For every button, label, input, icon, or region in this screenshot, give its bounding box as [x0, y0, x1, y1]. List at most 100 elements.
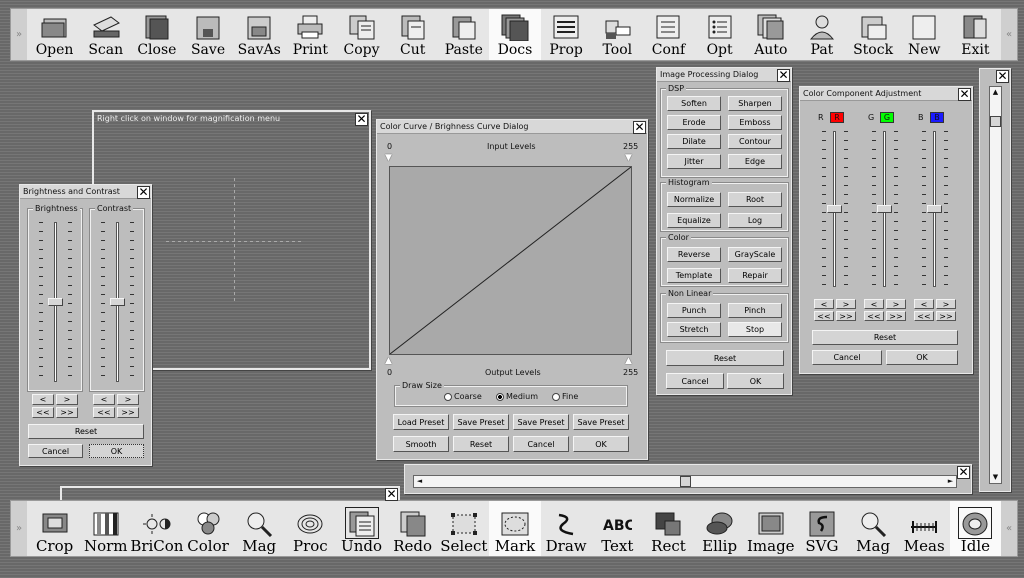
- toolbar-paste-button[interactable]: Paste: [438, 9, 489, 60]
- stretch-button[interactable]: Stretch: [667, 322, 721, 337]
- tool-crop-button[interactable]: Crop: [29, 501, 80, 556]
- toolbar-auto-button[interactable]: Auto: [745, 9, 796, 60]
- tool-norm-button[interactable]: Norm: [80, 501, 131, 556]
- contrast-inc-button[interactable]: >: [117, 394, 139, 405]
- size-medium-radio[interactable]: Medium: [496, 392, 538, 401]
- contrast-slider[interactable]: [110, 298, 125, 306]
- scroll-thumb[interactable]: [679, 476, 691, 487]
- tool-mark-button[interactable]: Mark: [489, 501, 541, 556]
- close-button[interactable]: ✕: [355, 113, 368, 126]
- channel-fast-inc-button[interactable]: >>: [886, 311, 906, 321]
- tool-color-button[interactable]: Color: [182, 501, 233, 556]
- toolbar-grip-right[interactable]: «: [1001, 9, 1017, 60]
- close-button[interactable]: ✕: [957, 466, 970, 479]
- output-min-marker-icon[interactable]: ▲: [385, 356, 392, 366]
- close-button[interactable]: ✕: [137, 186, 150, 199]
- brightness-fast-dec-button[interactable]: <<: [32, 407, 54, 418]
- brightness-dec-button[interactable]: <: [32, 394, 54, 405]
- contrast-fast-inc-button[interactable]: >>: [117, 407, 139, 418]
- reset-button[interactable]: Reset: [812, 330, 958, 345]
- tool-ellip-button[interactable]: Ellip: [694, 501, 745, 556]
- channel-dec-button[interactable]: <: [914, 299, 934, 309]
- cancel-button[interactable]: Cancel: [28, 444, 83, 458]
- close-button[interactable]: ✕: [996, 70, 1009, 83]
- scroll-up-icon[interactable]: ▲: [990, 87, 1001, 98]
- erode-button[interactable]: Erode: [667, 115, 721, 130]
- save-preset-button-3[interactable]: Save Preset: [573, 414, 629, 430]
- ok-button[interactable]: OK: [89, 444, 144, 458]
- channel-fast-dec-button[interactable]: <<: [914, 311, 934, 321]
- sharpen-button[interactable]: Sharpen: [728, 96, 782, 111]
- brightness-inc-button[interactable]: >: [56, 394, 78, 405]
- close-button[interactable]: ✕: [958, 88, 971, 101]
- channel-inc-button[interactable]: >: [886, 299, 906, 309]
- emboss-button[interactable]: Emboss: [728, 115, 782, 130]
- reset-button[interactable]: Reset: [666, 350, 784, 366]
- toolbar-docs-button[interactable]: Docs: [489, 9, 541, 60]
- normalize-button[interactable]: Normalize: [667, 192, 721, 207]
- toolbar-open-button[interactable]: Open: [29, 9, 80, 60]
- contour-button[interactable]: Contour: [728, 134, 782, 149]
- contrast-dec-button[interactable]: <: [93, 394, 115, 405]
- tool-mag-button[interactable]: Mag: [848, 501, 899, 556]
- equalize-button[interactable]: Equalize: [667, 213, 721, 228]
- reset-button[interactable]: Reset: [453, 436, 509, 452]
- reverse-button[interactable]: Reverse: [667, 247, 721, 262]
- close-button[interactable]: ✕: [385, 488, 398, 501]
- punch-button[interactable]: Punch: [667, 303, 721, 318]
- cancel-button[interactable]: Cancel: [666, 373, 724, 389]
- tool-bricon-button[interactable]: BriCon: [130, 501, 183, 556]
- cancel-button[interactable]: Cancel: [513, 436, 569, 452]
- input-min-marker-icon[interactable]: ▼: [385, 153, 392, 163]
- curve-plot-area[interactable]: [389, 166, 632, 355]
- toolbar-tool-button[interactable]: Tool: [592, 9, 643, 60]
- channel-r-slider[interactable]: [827, 205, 842, 213]
- channel-b-slider[interactable]: [927, 205, 942, 213]
- size-fine-radio[interactable]: Fine: [552, 392, 578, 401]
- tool-select-button[interactable]: Select: [438, 501, 489, 556]
- toolbar-grip-left[interactable]: »: [11, 501, 27, 556]
- channel-g-slider[interactable]: [877, 205, 892, 213]
- tool-draw-button[interactable]: Draw: [541, 501, 592, 556]
- scroll-thumb[interactable]: [990, 116, 1001, 128]
- brightness-slider[interactable]: [48, 298, 63, 306]
- channel-fast-inc-button[interactable]: >>: [836, 311, 856, 321]
- soften-button[interactable]: Soften: [667, 96, 721, 111]
- scroll-left-icon[interactable]: ◄: [414, 476, 425, 487]
- pinch-button[interactable]: Pinch: [728, 303, 782, 318]
- scroll-down-icon[interactable]: ▼: [990, 472, 1001, 483]
- load-preset-button[interactable]: Load Preset: [393, 414, 449, 430]
- toolbar-new-button[interactable]: New: [899, 9, 950, 60]
- ok-button[interactable]: OK: [727, 373, 784, 389]
- grayscale-button[interactable]: GrayScale: [728, 247, 782, 262]
- reset-button[interactable]: Reset: [28, 424, 144, 439]
- toolbar-prop-button[interactable]: Prop: [541, 9, 592, 60]
- channel-dec-button[interactable]: <: [864, 299, 884, 309]
- input-max-marker-icon[interactable]: ▼: [625, 153, 632, 163]
- stop-button[interactable]: Stop: [728, 322, 782, 337]
- channel-inc-button[interactable]: >: [836, 299, 856, 309]
- toolbar-cut-button[interactable]: Cut: [387, 9, 438, 60]
- toolbar-print-button[interactable]: Print: [285, 9, 336, 60]
- size-coarse-radio[interactable]: Coarse: [444, 392, 482, 401]
- tool-text-button[interactable]: ABC Text: [592, 501, 643, 556]
- toolbar-copy-button[interactable]: Copy: [336, 9, 387, 60]
- toolbar-save-button[interactable]: Save: [182, 9, 233, 60]
- toolbar-grip-right[interactable]: «: [1001, 501, 1017, 556]
- channel-dec-button[interactable]: <: [814, 299, 834, 309]
- toolbar-stock-button[interactable]: Stock: [848, 9, 899, 60]
- horizontal-scrollbar[interactable]: ◄ ►: [413, 475, 957, 488]
- channel-inc-button[interactable]: >: [936, 299, 956, 309]
- cancel-button[interactable]: Cancel: [812, 350, 882, 365]
- channel-fast-dec-button[interactable]: <<: [864, 311, 884, 321]
- tool-image-button[interactable]: Image: [745, 501, 796, 556]
- tool-mag-button[interactable]: Mag: [234, 501, 285, 556]
- close-button[interactable]: ✕: [633, 121, 646, 134]
- dilate-button[interactable]: Dilate: [667, 134, 721, 149]
- brightness-fast-inc-button[interactable]: >>: [56, 407, 78, 418]
- smooth-button[interactable]: Smooth: [393, 436, 449, 452]
- jitter-button[interactable]: Jitter: [667, 154, 721, 169]
- toolbar-exit-button[interactable]: Exit: [950, 9, 1001, 60]
- channel-fast-inc-button[interactable]: >>: [936, 311, 956, 321]
- ok-button[interactable]: OK: [573, 436, 629, 452]
